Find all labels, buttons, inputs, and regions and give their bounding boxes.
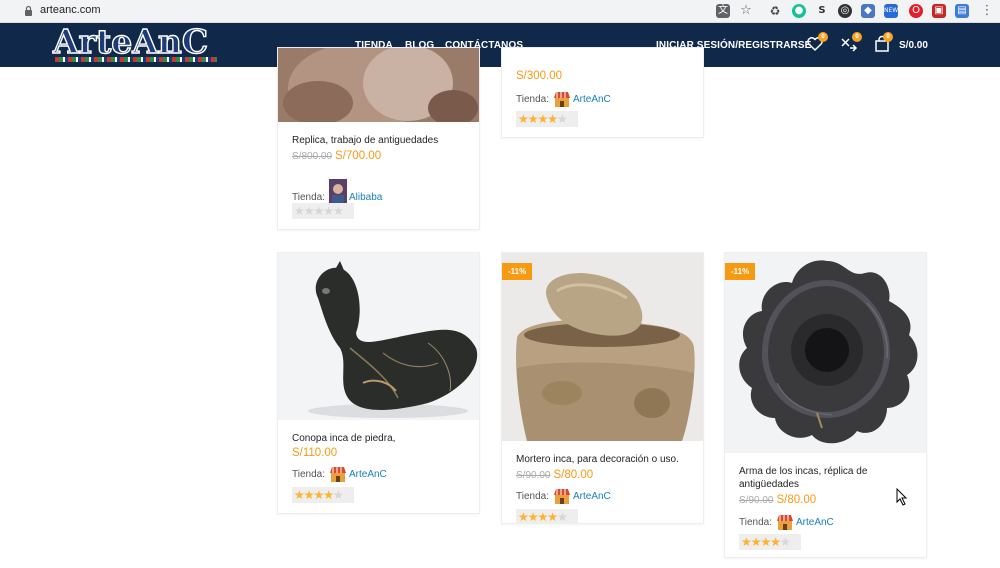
product-card: -11% Mortero inca, para decoración o uso… xyxy=(501,252,704,524)
product-image[interactable] xyxy=(278,48,479,122)
current-price: S/80.00 xyxy=(776,494,817,506)
product-title[interactable]: Conopa inca de piedra, xyxy=(292,432,472,445)
product-price: S/110.00 xyxy=(292,447,337,459)
calendar-extension-icon[interactable]: ▣ xyxy=(932,4,946,18)
store-label: Tienda: xyxy=(516,490,549,502)
product-store: Tienda: ArteAnC xyxy=(516,90,611,108)
store-link[interactable]: ArteAnC xyxy=(796,517,834,528)
tab-extension-icon[interactable]: ▤ xyxy=(955,4,969,18)
store-label: Tienda: xyxy=(292,191,325,203)
wishlist-button[interactable]: 0 xyxy=(806,32,828,53)
rating-stars-filled: ★★★★★ xyxy=(741,535,781,549)
product-price: S/90.00 S/80.00 xyxy=(739,494,816,506)
new-extension-icon[interactable]: NEW xyxy=(884,4,898,18)
product-price: S/300.00 xyxy=(516,70,562,82)
site-header: ArteAnC TIENDA BLOG CONTÁCTANOS INICIAR … xyxy=(0,21,1000,67)
store-label: Tienda: xyxy=(516,93,549,105)
old-price: S/90.00 xyxy=(516,470,551,481)
product-store: Tienda: ArteAnC xyxy=(292,465,387,483)
product-image[interactable] xyxy=(278,253,479,420)
old-price: S/90.00 xyxy=(739,495,774,506)
address-bar[interactable]: arteanc.com xyxy=(40,4,101,16)
store-link[interactable]: ArteAnC xyxy=(573,491,611,502)
product-rating: ★★★★★★★★★★ xyxy=(292,487,354,503)
product-rating: ★★★★★★★★★★ xyxy=(292,203,354,219)
product-price: S/90.00 S/80.00 xyxy=(516,469,593,481)
shield-extension-icon[interactable]: ◆ xyxy=(861,4,875,18)
product-title[interactable]: Replica, trabajo de antiguedades xyxy=(292,134,472,147)
recycle-extension-icon[interactable]: ♻ xyxy=(768,4,782,18)
browser-toolbar: arteanc.com 文 ☆ ♻ ● S ◎ ◆ NEW O ▣ ▤ ⋮ xyxy=(0,0,1000,23)
translate-icon[interactable]: 文 xyxy=(716,4,730,18)
current-price: S/700.00 xyxy=(335,150,382,162)
bookmark-star-icon[interactable]: ☆ xyxy=(739,4,753,18)
rating-stars-filled: ★★★★★ xyxy=(294,488,334,502)
product-card: S/300.00 Tienda: ArteAnC ★★★★★★★★★★ xyxy=(501,47,704,138)
product-store: Tienda: ArteAnC xyxy=(516,487,611,505)
mouse-cursor-icon xyxy=(896,488,908,506)
current-price: S/80.00 xyxy=(553,469,594,481)
opera-extension-icon[interactable]: O xyxy=(909,4,923,18)
wishlist-count-badge: 0 xyxy=(818,32,828,42)
product-rating: ★★★★★★★★★★ xyxy=(516,111,578,127)
logo-pattern-band xyxy=(55,57,217,62)
store-icon xyxy=(776,515,793,530)
current-price: S/110.00 xyxy=(292,447,338,459)
sale-badge: -11% xyxy=(725,263,756,280)
compare-count-badge: 0 xyxy=(852,32,862,42)
current-price: S/300.00 xyxy=(516,70,563,82)
s-extension-icon[interactable]: S xyxy=(815,4,829,18)
rating-stars-filled: ★★★★★ xyxy=(518,112,558,126)
cart-total[interactable]: S/0.00 xyxy=(899,40,928,51)
product-price: S/800.00 S/700.00 xyxy=(292,150,381,162)
old-price: S/800.00 xyxy=(292,151,333,162)
site-logo[interactable]: ArteAnC xyxy=(52,21,218,64)
cart-count-badge: 0 xyxy=(883,32,893,42)
product-image[interactable]: -11% xyxy=(502,253,703,441)
store-label: Tienda: xyxy=(292,468,325,480)
target-extension-icon[interactable]: ◎ xyxy=(838,4,852,18)
logo-text: ArteAnC xyxy=(52,21,209,61)
product-card: Conopa inca de piedra, S/110.00 Tienda: … xyxy=(277,252,480,514)
store-icon xyxy=(329,467,346,482)
sale-badge: -11% xyxy=(502,263,533,280)
store-icon xyxy=(553,92,570,107)
product-store: Tienda: ArteAnC xyxy=(739,513,834,531)
product-title[interactable]: Arma de los incas, réplica de antigüedad… xyxy=(739,465,899,491)
product-rating: ★★★★★★★★★★ xyxy=(739,534,801,550)
product-image[interactable]: -11% xyxy=(725,253,926,453)
product-card: Replica, trabajo de antiguedades S/800.0… xyxy=(277,47,480,230)
compare-button[interactable]: 0 xyxy=(840,32,862,53)
store-link[interactable]: ArteAnC xyxy=(349,469,387,480)
product-card: -11% Arma de los incas, réplica de antig… xyxy=(724,252,927,558)
more-options-icon[interactable]: ⋮ xyxy=(980,4,994,18)
rating-stars-filled: ★★★★★ xyxy=(518,510,558,524)
rating-stars-empty: ★★★★★ xyxy=(294,204,344,218)
store-link[interactable]: Alibaba xyxy=(349,192,382,203)
store-icon xyxy=(553,489,570,504)
grammarly-extension-icon[interactable]: ● xyxy=(792,4,806,18)
product-rating: ★★★★★★★★★★ xyxy=(516,509,578,524)
product-title[interactable]: Mortero inca, para decoración o uso. xyxy=(516,453,696,466)
store-link[interactable]: ArteAnC xyxy=(573,94,611,105)
lock-icon xyxy=(25,5,32,16)
store-label: Tienda: xyxy=(739,516,772,528)
cart-button[interactable]: 0 xyxy=(873,32,893,53)
